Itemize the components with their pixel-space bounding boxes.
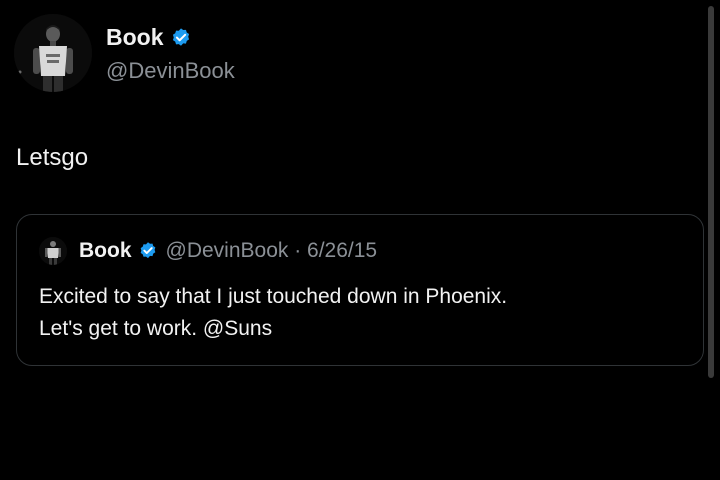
quoted-tweet-header: Book @DevinBook · 6/26/15 bbox=[39, 237, 377, 265]
author-name-row: Book bbox=[106, 24, 192, 51]
verified-badge-icon bbox=[170, 27, 192, 49]
quoted-author-handle-date: @DevinBook · 6/26/15 bbox=[165, 239, 378, 262]
quoted-tweet-text: Excited to say that I just touched down … bbox=[39, 281, 679, 345]
quoted-tweet-text-line: Let's get to work. @Suns bbox=[39, 317, 273, 340]
author-handle[interactable]: @DevinBook bbox=[106, 58, 235, 84]
author-display-name[interactable]: Book bbox=[106, 24, 164, 51]
scrollbar[interactable] bbox=[708, 6, 714, 378]
verified-badge-icon bbox=[138, 241, 158, 261]
quoted-tweet-card[interactable]: Book @DevinBook · 6/26/15 Excited to say… bbox=[16, 214, 704, 366]
tweet-text: Letsgo bbox=[16, 144, 89, 171]
quoted-author-name: Book bbox=[79, 239, 132, 262]
tweet: Book @DevinBook Letsgo Book @DevinBook ·… bbox=[0, 0, 720, 480]
quoted-author-avatar bbox=[39, 237, 67, 265]
avatar-photo bbox=[14, 14, 92, 92]
author-avatar[interactable] bbox=[14, 14, 92, 92]
quoted-tweet-text-line: Excited to say that I just touched down … bbox=[39, 285, 508, 308]
